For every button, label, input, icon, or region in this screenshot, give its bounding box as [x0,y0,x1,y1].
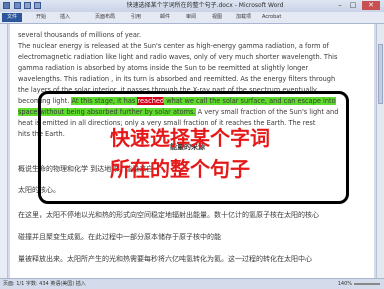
status-bar: 页面: 1/1 字数: 434 英语(美国) 插入 140% [0,278,384,289]
word-app-icon [3,2,10,9]
annotation-line-1: 快速选择某个字词 [110,126,270,150]
save-icon[interactable] [14,2,21,9]
tab-mailings[interactable]: 邮件 [160,13,170,22]
ribbon-tab-bar: 文件 开始 插入 页面布局 引用 邮件 审阅 视图 加载项 Acrobat [0,12,384,24]
doc-line: 在这里，太阳不停地以光和热的形式向空间稳定地辐射出能量。数十亿计的氢原子核在太阳… [18,211,319,219]
doc-line: electromagnetic radiation like light and… [18,53,338,61]
title-bar: 快速选择某个字词所在的整个句子.docx - Microsoft Word – … [0,0,384,12]
doc-line: The nuclear energy is released at the Su… [18,42,329,50]
zoom-slider[interactable] [354,283,380,285]
redo-icon[interactable] [34,2,41,9]
maximize-button[interactable]: □ [347,1,359,10]
undo-icon[interactable] [24,2,31,9]
tab-review[interactable]: 审阅 [186,13,196,22]
close-button[interactable]: ✕ [362,1,380,10]
minimize-button[interactable]: – [334,1,346,10]
vertical-scrollbar[interactable] [376,24,384,278]
doc-line: several thousands of millions of year. [18,31,142,39]
tab-references[interactable]: 引用 [131,13,141,22]
tab-file[interactable]: 文件 [2,13,22,22]
vertical-ruler [0,24,8,278]
tab-page-layout[interactable]: 页面布局 [95,13,115,22]
window-title: 快速选择某个字词所在的整个句子.docx - Microsoft Word [126,2,284,9]
scroll-thumb[interactable] [378,44,383,104]
doc-line: 碰撞并且聚变生成氦。在此过程中一部分原本储存于原子核中的能 [18,233,221,241]
tab-insert[interactable]: 插入 [60,13,70,22]
annotation-line-2: 所在的整个句子 [110,157,250,181]
tab-view[interactable]: 视图 [212,13,222,22]
tab-addins[interactable]: 加载项 [236,13,251,22]
doc-line: wavelengths. This radiation , in its tur… [18,75,336,83]
doc-line: 量被释放出来。太阳所产生的光和热需要每秒将六亿吨氢转化为氦。这一过程的转化在太阳… [18,255,312,263]
doc-line: gamma radiation is absorbed by atoms ins… [18,64,309,72]
tab-acrobat[interactable]: Acrobat [262,13,281,22]
tab-home[interactable]: 开始 [36,13,46,22]
